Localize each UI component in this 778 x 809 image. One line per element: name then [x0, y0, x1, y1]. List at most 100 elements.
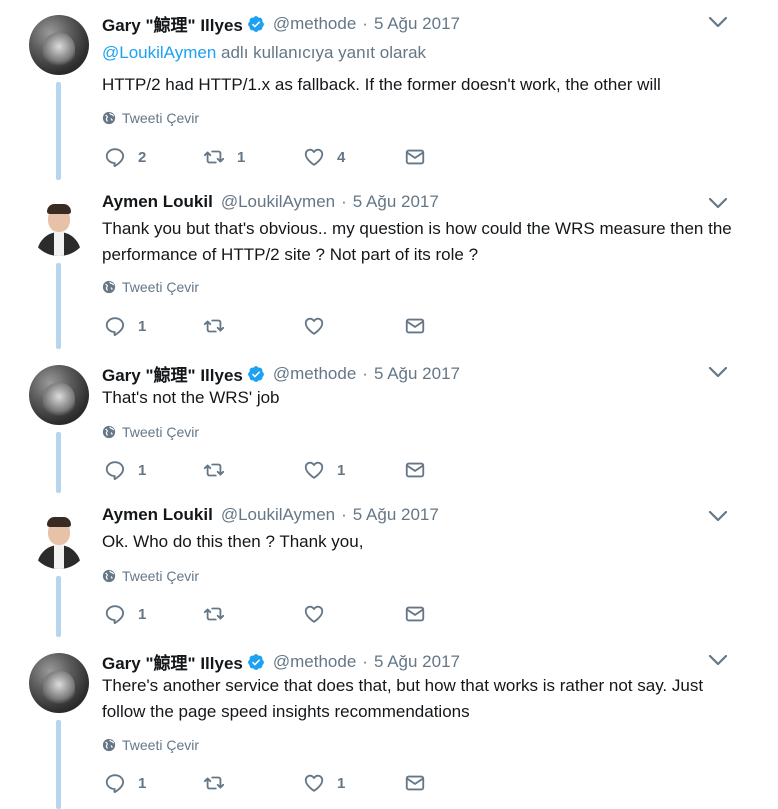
retweet-icon [203, 607, 225, 621]
like-button[interactable]: 1 [303, 459, 345, 481]
reply-mention-link[interactable]: @LoukilAymen [102, 43, 216, 62]
reply-icon [105, 774, 125, 793]
retweet-button[interactable] [203, 772, 237, 794]
verified-badge-icon [247, 365, 264, 382]
translate-tweet-link[interactable]: Tweeti Çevir [102, 568, 199, 584]
author-name[interactable]: Gary "鯨理" Illyes [102, 361, 243, 386]
direct-message-icon [405, 462, 425, 478]
chevron-down-icon[interactable] [707, 653, 729, 667]
tweet[interactable]: Gary "鯨理" Illyes @methode · 5 Ağu 2017 T… [0, 350, 778, 493]
tweet-header: Aymen Loukil @LoukilAymen · 5 Ağu 2017 [102, 505, 439, 525]
tweet[interactable]: Gary "鯨理" Illyes @methode · 5 Ağu 2017 @… [0, 0, 778, 180]
avatar[interactable] [29, 653, 89, 713]
verified-badge-icon [247, 15, 264, 32]
like-button[interactable] [303, 603, 337, 625]
tweet-actions: 1 1 [104, 459, 434, 481]
retweet-icon [203, 463, 225, 477]
tweet-text: That's not the WRS' job [102, 388, 280, 407]
tweet[interactable]: Aymen Loukil @LoukilAymen · 5 Ağu 2017 T… [0, 181, 778, 349]
thread-line [56, 432, 61, 493]
retweet-button[interactable] [203, 603, 237, 625]
separator: · [362, 651, 368, 671]
author-name[interactable]: Gary "鯨理" Illyes [102, 649, 243, 674]
like-icon [304, 148, 324, 166]
direct-message-button[interactable] [404, 146, 426, 168]
translate-tweet-link[interactable]: Tweeti Çevir [102, 737, 199, 753]
tweet[interactable]: Gary "鯨理" Illyes @methode · 5 Ağu 2017 T… [0, 638, 778, 809]
reply-button[interactable]: 1 [104, 603, 146, 625]
avatar[interactable] [29, 509, 89, 569]
reply-count: 1 [138, 317, 147, 335]
author-name[interactable]: Aymen Loukil [102, 192, 213, 212]
chevron-down-icon[interactable] [707, 365, 729, 379]
author-handle[interactable]: @LoukilAymen [221, 505, 335, 525]
globe-icon [102, 738, 116, 752]
thread-line [56, 720, 61, 809]
tweet-date[interactable]: 5 Ağu 2017 [374, 14, 460, 34]
avatar[interactable] [29, 365, 89, 425]
translate-label: Tweeti Çevir [122, 737, 200, 753]
reply-button[interactable]: 1 [104, 315, 146, 337]
reply-count: 1 [138, 774, 147, 792]
thread-line [56, 82, 61, 180]
author-handle[interactable]: @LoukilAymen [221, 192, 335, 212]
retweet-icon [203, 776, 225, 790]
chevron-down-icon[interactable] [707, 15, 729, 29]
chevron-down-icon[interactable] [707, 196, 729, 210]
avatar-shirt [54, 232, 64, 256]
direct-message-icon [405, 606, 425, 622]
like-button[interactable]: 1 [303, 772, 345, 794]
retweet-button[interactable]: 1 [203, 146, 245, 168]
tweet-date[interactable]: 5 Ağu 2017 [353, 192, 439, 212]
tweet-header: Gary "鯨理" Illyes @methode · 5 Ağu 2017 [102, 361, 460, 386]
reply-icon [105, 461, 125, 480]
author-name[interactable]: Gary "鯨理" Illyes [102, 11, 243, 36]
avatar[interactable] [29, 15, 89, 75]
translate-tweet-link[interactable]: Tweeti Çevir [102, 279, 199, 295]
conversation-thread: Gary "鯨理" Illyes @methode · 5 Ağu 2017 @… [0, 0, 778, 809]
direct-message-button[interactable] [404, 315, 426, 337]
reply-button[interactable]: 1 [104, 772, 146, 794]
author-handle[interactable]: @methode [273, 652, 356, 672]
tweet-date[interactable]: 5 Ağu 2017 [374, 652, 460, 672]
direct-message-button[interactable] [404, 772, 426, 794]
tweet-actions: 1 [104, 603, 434, 625]
reply-button[interactable]: 2 [104, 146, 146, 168]
retweet-button[interactable] [203, 459, 237, 481]
direct-message-button[interactable] [404, 603, 426, 625]
globe-icon [102, 111, 116, 125]
tweet-date[interactable]: 5 Ağu 2017 [374, 364, 460, 384]
like-button[interactable]: 4 [303, 146, 345, 168]
separator: · [341, 192, 347, 211]
chevron-down-icon[interactable] [707, 509, 729, 523]
direct-message-icon [405, 775, 425, 791]
retweet-count: 1 [237, 148, 246, 166]
like-count: 1 [337, 461, 346, 479]
tweet-date[interactable]: 5 Ağu 2017 [353, 505, 439, 525]
tweet[interactable]: Aymen Loukil @LoukilAymen · 5 Ağu 2017 O… [0, 494, 778, 637]
thread-line [56, 576, 61, 637]
retweet-button[interactable] [203, 315, 237, 337]
author-handle[interactable]: @methode [273, 364, 356, 384]
tweet-actions: 1 [104, 315, 434, 337]
reply-icon [105, 317, 125, 336]
direct-message-button[interactable] [404, 459, 426, 481]
retweet-icon [203, 319, 225, 333]
tweet-text: Ok. Who do this then ? Thank you, [102, 532, 364, 551]
author-handle[interactable]: @methode [273, 14, 356, 34]
reply-count: 1 [138, 605, 147, 623]
globe-icon [102, 425, 116, 439]
reply-context-label: adlı kullanıcıya yanıt olarak [216, 43, 427, 62]
reply-button[interactable]: 1 [104, 459, 146, 481]
tweet-actions: 2 1 4 [104, 146, 434, 168]
tweet-header: Aymen Loukil @LoukilAymen · 5 Ağu 2017 [102, 192, 439, 212]
author-name[interactable]: Aymen Loukil [102, 505, 213, 525]
verified-badge-icon [247, 653, 264, 670]
translate-tweet-link[interactable]: Tweeti Çevir [102, 110, 199, 126]
avatar[interactable] [29, 196, 89, 256]
like-icon [304, 774, 324, 792]
like-button[interactable] [303, 315, 337, 337]
avatar-hair [47, 517, 71, 527]
translate-tweet-link[interactable]: Tweeti Çevir [102, 424, 199, 440]
tweet-actions: 1 1 [104, 772, 434, 794]
